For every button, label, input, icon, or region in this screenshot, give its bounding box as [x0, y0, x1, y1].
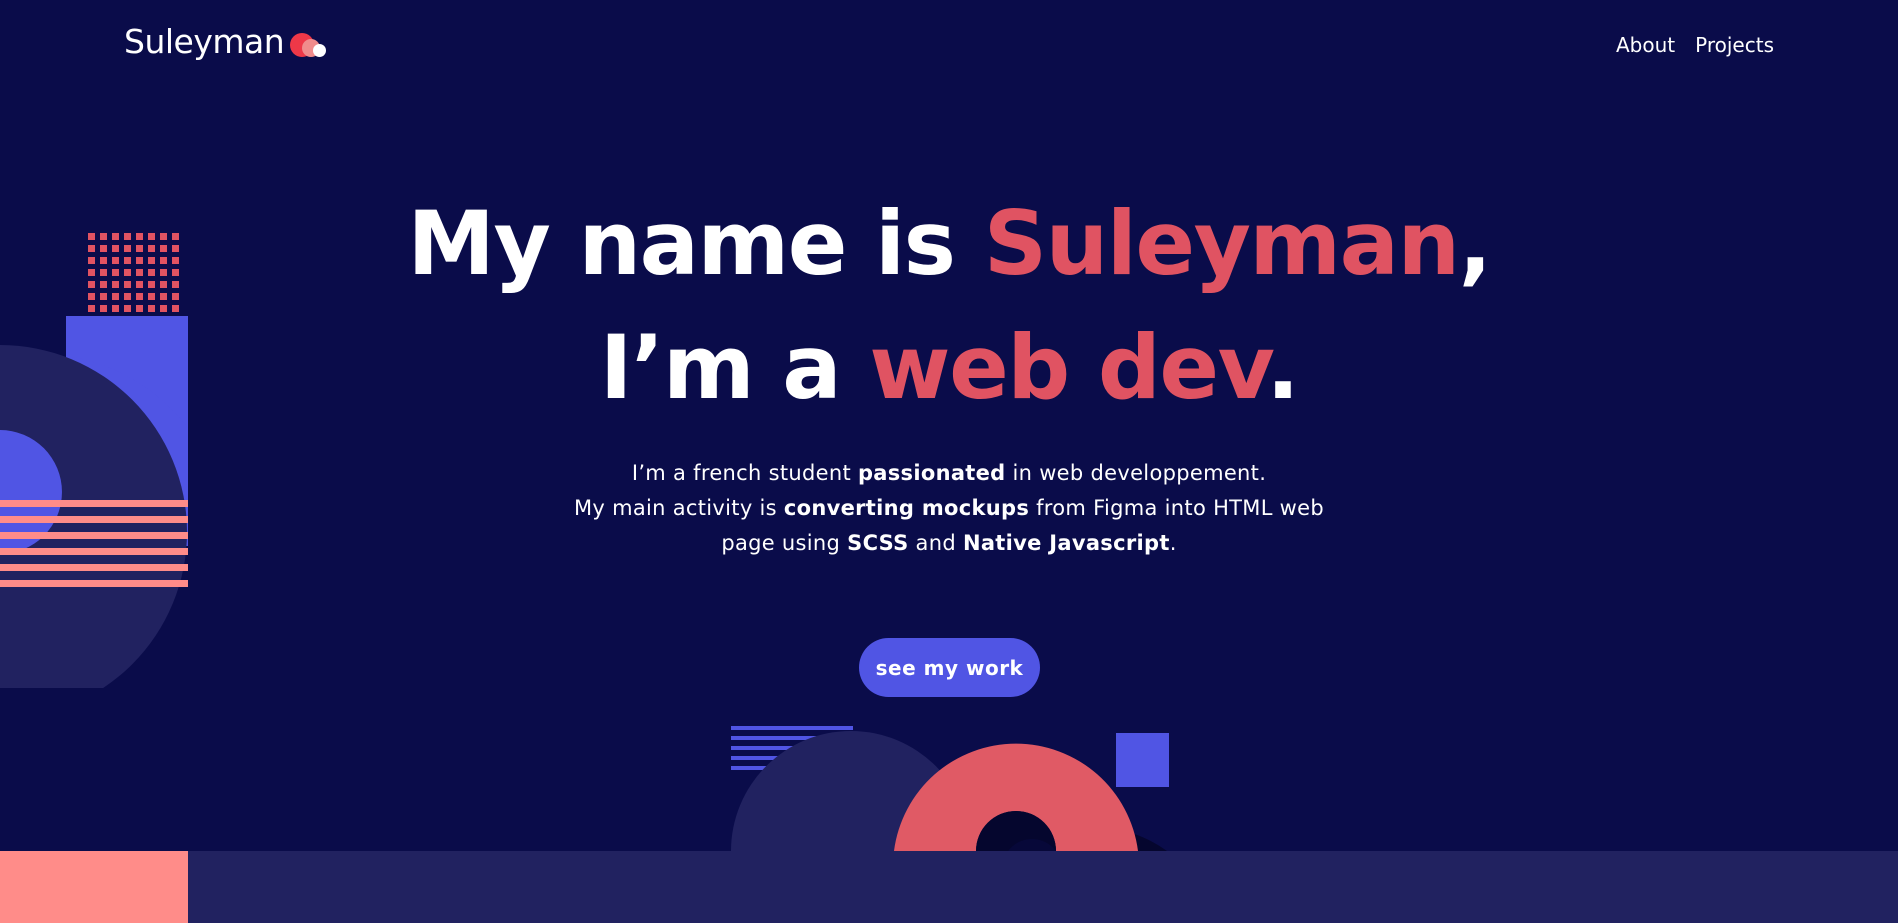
- footer-band: [0, 851, 1898, 923]
- logo-dots-icon: [288, 25, 332, 59]
- nav-link-projects[interactable]: Projects: [1695, 33, 1774, 57]
- logo-text: Suleyman: [124, 22, 285, 61]
- logo[interactable]: Suleyman: [124, 22, 332, 61]
- footer-accent-block: [0, 851, 188, 923]
- hero-line-2: I’m a web dev.: [599, 316, 1300, 419]
- hero-name-highlight: Suleyman: [983, 192, 1460, 295]
- hero-title: My name is Suleyman, I’m a web dev.: [0, 182, 1898, 430]
- site-header: Suleyman About Projects: [0, 0, 1898, 90]
- hero-role-highlight: web dev: [869, 316, 1267, 419]
- nav-link-about[interactable]: About: [1616, 33, 1675, 57]
- hero-intro: I’m a french student passionated in web …: [573, 461, 1325, 555]
- see-my-work-button[interactable]: see my work: [859, 638, 1040, 697]
- hero-line-1: My name is Suleyman,: [407, 192, 1492, 295]
- bottom-decoration: [731, 726, 1169, 851]
- main-nav: About Projects: [1616, 33, 1774, 57]
